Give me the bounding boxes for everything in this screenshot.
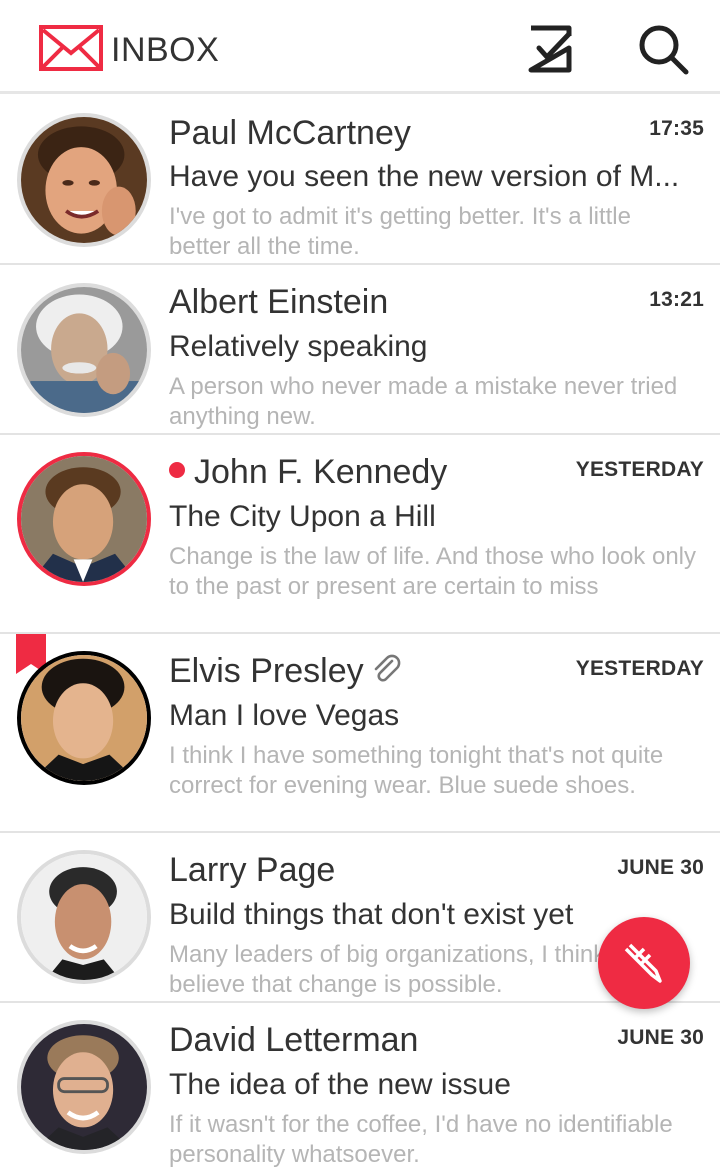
avatar bbox=[17, 651, 151, 785]
message-time: 13:21 bbox=[649, 288, 704, 311]
message-preview: A person who never made a mistake never … bbox=[169, 373, 678, 430]
message-subject: Man I love Vegas bbox=[169, 699, 400, 732]
message-time: YESTERDAY bbox=[575, 458, 704, 481]
message-preview: If it wasn't for the coffee, I'd have no… bbox=[169, 1111, 673, 1168]
checkbox-icon[interactable] bbox=[525, 22, 579, 76]
attachment-icon bbox=[374, 654, 400, 682]
sender-name: David Letterman bbox=[169, 1021, 419, 1059]
avatar bbox=[17, 113, 151, 247]
message-time: 17:35 bbox=[649, 117, 704, 140]
sender-name-text: Elvis Presley bbox=[169, 652, 364, 690]
sender-name: John F. Kennedy bbox=[169, 452, 447, 492]
compose-button[interactable] bbox=[598, 917, 690, 1009]
list-item[interactable]: Paul McCartney 17:35 Have you seen the n… bbox=[0, 94, 720, 265]
message-preview: I've got to admit it's getting better. I… bbox=[169, 203, 631, 260]
sender-name-text: John F. Kennedy bbox=[194, 453, 448, 491]
avatar bbox=[17, 283, 151, 417]
list-item[interactable]: Elvis Presley YESTERDAY Man I love Vegas… bbox=[0, 634, 720, 833]
avatar bbox=[17, 452, 151, 586]
message-preview: Change is the law of life. And those who… bbox=[169, 543, 696, 600]
list-item[interactable]: John F. Kennedy YESTERDAY The City Upon … bbox=[0, 435, 720, 634]
page-title: INBOX bbox=[111, 31, 220, 69]
envelope-icon bbox=[39, 25, 103, 71]
search-icon[interactable] bbox=[636, 22, 690, 76]
unread-indicator bbox=[169, 462, 185, 479]
message-subject: The idea of the new issue bbox=[169, 1068, 511, 1101]
message-time: YESTERDAY bbox=[575, 657, 704, 680]
message-subject: Relatively speaking bbox=[169, 330, 428, 363]
avatar bbox=[17, 850, 151, 984]
list-item[interactable]: David Letterman JUNE 30 The idea of the … bbox=[0, 1003, 720, 1168]
compose-pencil-icon bbox=[624, 943, 662, 983]
sender-name: Albert Einstein bbox=[169, 283, 389, 321]
message-time: JUNE 30 bbox=[617, 1026, 704, 1049]
message-subject: The City Upon a Hill bbox=[169, 500, 436, 533]
sender-name: Paul McCartney bbox=[169, 114, 411, 152]
sender-name: Elvis Presley bbox=[169, 651, 402, 691]
app-header: INBOX bbox=[0, 0, 720, 94]
message-preview: I think I have something tonight that's … bbox=[169, 742, 664, 799]
list-item[interactable]: Albert Einstein 13:21 Relatively speakin… bbox=[0, 265, 720, 435]
message-time: JUNE 30 bbox=[617, 856, 704, 879]
sender-name: Larry Page bbox=[169, 851, 336, 889]
message-subject: Have you seen the new version of M... bbox=[169, 160, 680, 193]
